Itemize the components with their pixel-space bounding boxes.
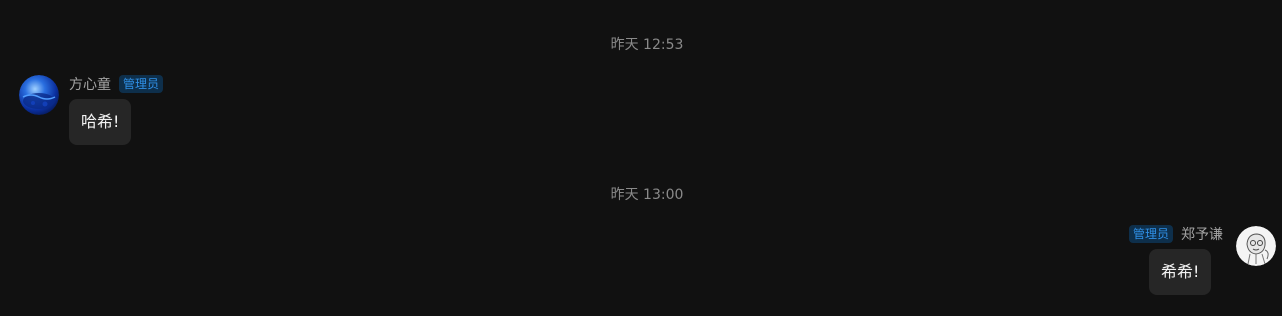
message-bubble[interactable]: 哈希! <box>69 99 132 145</box>
sender-avatar[interactable] <box>19 75 59 115</box>
admin-badge: 管理员 <box>1129 225 1174 243</box>
chat-message-list[interactable]: 昨天 12:53 方心童 管理员 哈希! 昨天 13:00 管理员 郑予谦 希希… <box>0 0 1282 316</box>
sender-name[interactable]: 方心童 <box>69 76 111 94</box>
sender-avatar[interactable] <box>1236 226 1276 266</box>
blue-globe-avatar-icon <box>19 75 59 115</box>
message-timestamp: 昨天 12:53 <box>610 37 684 53</box>
message-bubble[interactable]: 希希! <box>1149 249 1212 295</box>
sender-name[interactable]: 郑予谦 <box>1181 226 1223 244</box>
admin-badge: 管理员 <box>119 75 164 93</box>
cartoon-sketch-avatar-icon <box>1236 226 1276 266</box>
message-timestamp: 昨天 13:00 <box>610 187 684 203</box>
